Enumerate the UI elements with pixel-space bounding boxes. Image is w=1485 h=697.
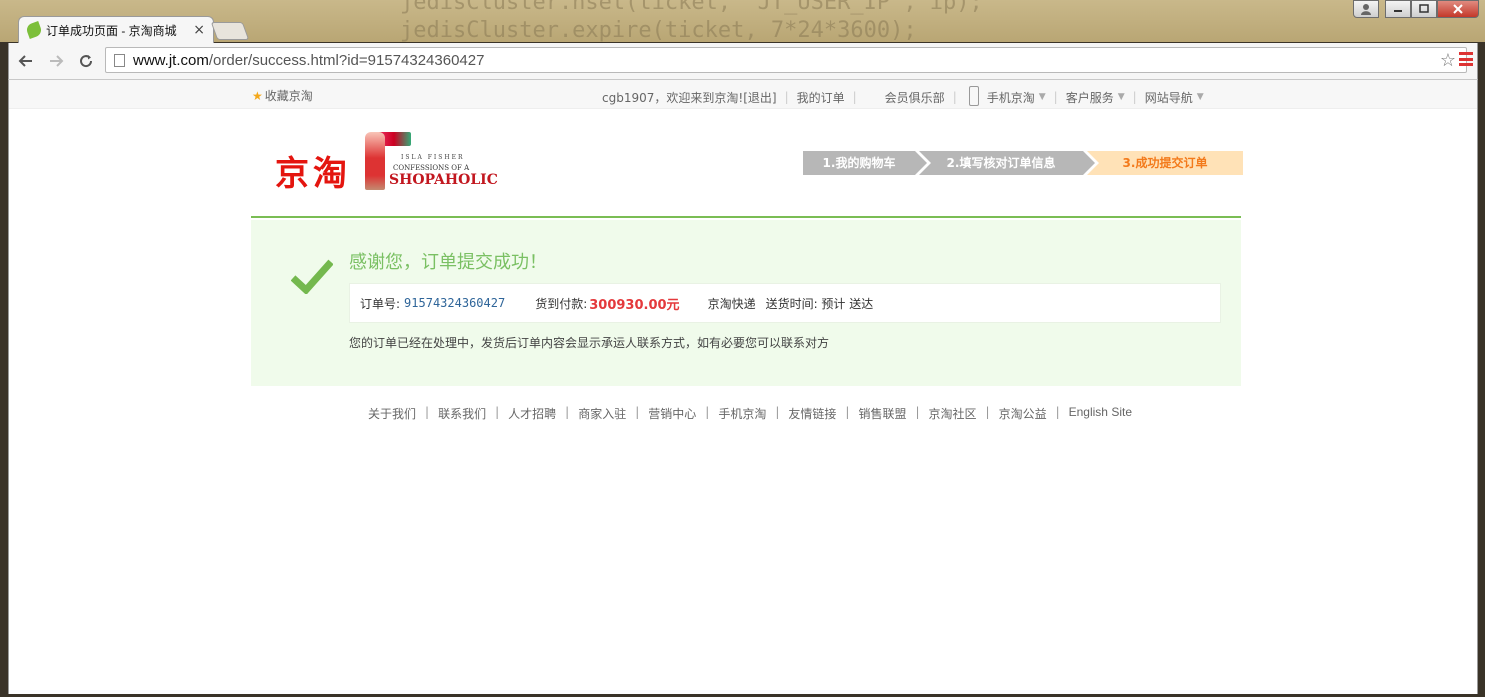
tab-title: 订单成功页面 - 京淘商城: [46, 23, 177, 38]
divider: |: [495, 405, 500, 419]
footer-link-affiliate[interactable]: 销售联盟: [858, 405, 906, 422]
close-icon[interactable]: ×: [193, 22, 205, 38]
step-fill-order: 2.填写核对订单信息: [919, 151, 1095, 175]
footer-link-marketing[interactable]: 营销中心: [648, 405, 696, 422]
minimize-button[interactable]: [1385, 0, 1411, 18]
step-label: 1.我的购物车: [822, 156, 896, 170]
divider: |: [845, 405, 850, 419]
url-host: www.jt.com: [133, 51, 209, 69]
divider: |: [915, 405, 920, 419]
new-tab-button[interactable]: [210, 22, 250, 40]
mobile-link[interactable]: 手机京淘: [987, 89, 1035, 106]
favorite-label: 收藏京淘: [264, 89, 313, 103]
step-label: 3.成功提交订单: [1122, 156, 1208, 170]
footer-link-about[interactable]: 关于我们: [368, 405, 416, 422]
maximize-button[interactable]: [1411, 0, 1437, 18]
processing-note: 您的订单已经在处理中，发货后订单内容会显示承运人联系方式，如有必要您可以联系对方: [349, 336, 830, 350]
step-arrow: [1083, 151, 1095, 175]
step-cart: 1.我的购物车: [803, 151, 927, 175]
divider: |: [775, 405, 780, 419]
divider: |: [425, 405, 430, 419]
banner-line2: CONFESSIONS OF A: [393, 164, 470, 172]
footer-link-english[interactable]: English Site: [1069, 405, 1132, 422]
customer-service-link[interactable]: 客户服务: [1066, 89, 1114, 106]
phone-icon: [968, 86, 979, 106]
order-progress: 1.我的购物车 2.填写核对订单信息 3.成功提交订单: [803, 151, 1243, 175]
vip-club-link[interactable]: 会员俱乐部: [885, 89, 945, 106]
express-name: 京淘快递: [707, 296, 756, 311]
order-no-label: 订单号:: [360, 296, 401, 311]
address-bar[interactable]: www.jt.com/order/success.html?id=9157432…: [105, 47, 1467, 73]
user-profile-icon[interactable]: [1353, 0, 1379, 18]
divider: |: [784, 90, 789, 104]
divider: |: [1055, 405, 1060, 419]
order-info-box: 订单号: 91574324360427 货到付款: 300930.00元 京淘快…: [349, 283, 1221, 323]
favorite-link[interactable]: ★ 收藏京淘: [252, 87, 313, 104]
shopaholic-banner: ISLA FISHER CONFESSIONS OF A SHOPAHOLIC: [349, 132, 498, 192]
logo-text: 京淘: [275, 154, 351, 194]
banner-line1: ISLA FISHER: [401, 154, 465, 161]
divider: |: [1132, 90, 1137, 104]
footer-link-community[interactable]: 京淘社区: [929, 405, 977, 422]
checkmark-icon: [291, 259, 333, 294]
browser-toolbar: www.jt.com/order/success.html?id=9157432…: [8, 43, 1478, 79]
my-orders-link[interactable]: 我的订单: [797, 89, 845, 106]
footer-link-charity[interactable]: 京淘公益: [999, 405, 1047, 422]
step-arrow: [915, 151, 927, 175]
divider: |: [635, 405, 640, 419]
page-header: 京淘 ISLA FISHER CONFESSIONS OF A SHOPAHOL…: [251, 128, 1243, 218]
bookmark-star-icon[interactable]: ☆: [1440, 50, 1456, 71]
step-submit-success: 3.成功提交订单: [1087, 151, 1243, 175]
page-icon: [114, 53, 125, 67]
divider: |: [852, 90, 857, 104]
divider: |: [565, 405, 570, 419]
page-viewport: ★ 收藏京淘 cgb1907，欢迎来到京淘! [退出] | 我的订单 | 会员俱…: [8, 79, 1478, 694]
site-logo[interactable]: 京淘 ISLA FISHER CONFESSIONS OF A SHOPAHOL…: [275, 132, 498, 194]
banner-line3: SHOPAHOLIC: [389, 172, 498, 188]
forward-icon[interactable]: [43, 48, 69, 74]
close-window-button[interactable]: [1437, 0, 1479, 18]
tab-strip: 订单成功页面 - 京淘商城 ×: [0, 0, 1485, 43]
logout-link[interactable]: [退出]: [743, 89, 776, 106]
shortcut-right: cgb1907，欢迎来到京淘! [退出] | 我的订单 | 会员俱乐部 | 手机…: [602, 86, 1204, 107]
delivery-time: 送货时间: 预计 送达: [765, 296, 874, 311]
leaf-favicon-icon: [25, 21, 43, 39]
chevron-down-icon: ▼: [1117, 92, 1125, 102]
footer-link-contact[interactable]: 联系我们: [438, 405, 486, 422]
chevron-down-icon: ▼: [1038, 92, 1046, 102]
chevron-down-icon: ▼: [1196, 92, 1204, 102]
url-text: www.jt.com/order/success.html?id=9157432…: [133, 52, 484, 69]
step-label: 2.填写核对订单信息: [946, 156, 1056, 170]
back-icon[interactable]: [13, 48, 39, 74]
url-path: /order/success.html?id=91574324360427: [208, 51, 485, 69]
woman-figure-image: [365, 132, 385, 190]
divider: |: [952, 90, 957, 104]
footer-link-jobs[interactable]: 人才招聘: [508, 405, 556, 422]
success-title: 感谢您，订单提交成功！: [349, 252, 547, 273]
window-controls: [1353, 0, 1479, 18]
footer-link-merchants[interactable]: 商家入驻: [578, 405, 626, 422]
reload-icon[interactable]: [73, 48, 99, 74]
welcome-text: cgb1907，欢迎来到京淘!: [602, 90, 744, 105]
divider: |: [705, 405, 710, 419]
payment-amount: 300930.00元: [589, 297, 680, 313]
footer-links: 关于我们 | 联系我们 | 人才招聘 | 商家入驻 | 营销中心 | 手机京淘 …: [9, 405, 1477, 422]
footer-link-friends[interactable]: 友情链接: [788, 405, 836, 422]
browser-window: jedisCluster.hset(ticket, "JT_USER_IP", …: [0, 0, 1485, 697]
footer-link-mobile[interactable]: 手机京淘: [718, 405, 766, 422]
star-icon: ★: [252, 88, 263, 103]
top-shortcut-bar: ★ 收藏京淘 cgb1907，欢迎来到京淘! [退出] | 我的订单 | 会员俱…: [9, 80, 1477, 109]
divider: |: [1053, 90, 1058, 104]
divider: |: [985, 405, 990, 419]
payment-label: 货到付款:: [535, 296, 588, 311]
success-panel: 感谢您，订单提交成功！ 订单号: 91574324360427 货到付款: 30…: [251, 220, 1241, 386]
tab-order-success[interactable]: 订单成功页面 - 京淘商城 ×: [18, 16, 214, 43]
order-number: 91574324360427: [404, 296, 506, 310]
site-nav-link[interactable]: 网站导航: [1145, 89, 1193, 106]
menu-icon[interactable]: [1459, 52, 1473, 66]
